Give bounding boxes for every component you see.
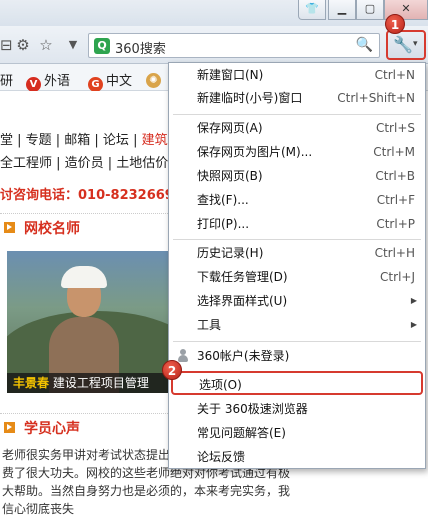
chevron-down-icon: ▾ bbox=[413, 39, 418, 49]
hotline-text: 讨咨询电话：010-8232669 bbox=[0, 188, 174, 203]
bookmark-label: 中文 bbox=[106, 74, 133, 89]
arrow-box-icon bbox=[4, 222, 15, 233]
menu-item-downloads[interactable]: 下载任务管理(D) Ctrl+J bbox=[169, 265, 425, 289]
menu-item-label: 新建窗口(N) bbox=[197, 68, 264, 82]
title-bar: 👕 ▁ ▢ ✕ bbox=[0, 0, 428, 26]
search-icon[interactable]: 🔍 bbox=[356, 37, 373, 53]
menu-item-shortcut: Ctrl+P bbox=[376, 217, 415, 231]
section-title: 网校名师 bbox=[24, 221, 80, 237]
bookmark-label: 研 bbox=[0, 74, 14, 89]
menu-item-snapshot[interactable]: 快照网页(B) Ctrl+B bbox=[169, 164, 425, 188]
360-search-logo-icon: Q bbox=[94, 38, 110, 54]
menu-item-label: 360帐户(未登录) bbox=[197, 349, 290, 363]
settings-icon[interactable]: ⚙ bbox=[13, 35, 33, 55]
bookmark-label: 外语 bbox=[44, 74, 71, 89]
bookmark-item-foreign[interactable]: V 外语 bbox=[26, 70, 70, 92]
menu-item-save-page[interactable]: 保存网页(A) Ctrl+S bbox=[169, 116, 425, 140]
menu-item-label: 常见问题解答(E) bbox=[197, 426, 286, 440]
maximize-button[interactable]: ▢ bbox=[356, 0, 384, 20]
menu-separator bbox=[173, 239, 421, 240]
menu-item-label: 保存网页为图片(M)... bbox=[197, 145, 313, 159]
wrench-icon: 🔧 bbox=[393, 35, 413, 54]
menu-item-shortcut: Ctrl+S bbox=[375, 121, 415, 135]
minimize-button[interactable]: ▁ bbox=[328, 0, 356, 20]
menu-item-label: 查找(F)... bbox=[197, 193, 249, 207]
menu-item-label: 下载任务管理(D) bbox=[197, 270, 288, 284]
menu-item-shortcut: Ctrl+N bbox=[374, 68, 415, 82]
close-icon: ✕ bbox=[401, 2, 411, 15]
v-logo-icon: V bbox=[26, 77, 41, 92]
bookmark-item-4[interactable]: ✺ bbox=[146, 70, 164, 88]
step-badge-1: 1 bbox=[385, 14, 405, 34]
search-engine-label: 360搜索 bbox=[115, 42, 166, 57]
submenu-arrow-icon: ▶ bbox=[410, 296, 417, 305]
menu-item-shortcut: Ctrl+M bbox=[373, 145, 415, 159]
menu-item-about[interactable]: 关于 360极速浏览器 bbox=[169, 397, 425, 421]
site-nav-line-2[interactable]: 全工程师 | 造价员 | 土地估价师 bbox=[0, 152, 181, 171]
bookmark-item-chinese[interactable]: G 中文 bbox=[88, 70, 132, 92]
search-box[interactable]: Q 360搜索 🔍 bbox=[88, 33, 380, 58]
menu-item-tools[interactable]: 工具 ▶ bbox=[169, 313, 425, 337]
menu-item-shortcut: Ctrl+H bbox=[374, 246, 415, 260]
menu-item-faq[interactable]: 常见问题解答(E) bbox=[169, 421, 425, 445]
arrow-box-icon bbox=[4, 422, 15, 433]
menu-item-new-window[interactable]: 新建窗口(N) Ctrl+N bbox=[169, 63, 425, 87]
menu-item-shortcut: Ctrl+F bbox=[376, 193, 415, 207]
menu-item-history[interactable]: 历史记录(H) Ctrl+H bbox=[169, 241, 425, 265]
teacher-course: 建设工程项目管理 bbox=[52, 376, 149, 390]
menu-item-shortcut: Ctrl+Shift+N bbox=[337, 91, 415, 105]
tools-dropdown-menu: 新建窗口(N) Ctrl+N 新建临时(小号)窗口 Ctrl+Shift+N 保存网… bbox=[168, 62, 426, 469]
sun-logo-icon: ✺ bbox=[146, 73, 161, 88]
toolbar: ⊟ ⚙ ☆ ▼ Q 360搜索 🔍 🔧 ▾ bbox=[0, 26, 428, 64]
menu-item-label: 历史记录(H) bbox=[197, 246, 264, 260]
step-badge-2: 2 bbox=[162, 360, 182, 380]
menu-item-options[interactable]: 选项(O) bbox=[171, 371, 423, 395]
submenu-arrow-icon: ▶ bbox=[410, 320, 417, 329]
menu-item-forum-feedback[interactable]: 论坛反馈 bbox=[169, 445, 425, 469]
account-icon bbox=[177, 349, 189, 363]
menu-item-label: 快照网页(B) bbox=[197, 169, 263, 183]
menu-item-print[interactable]: 打印(P)... Ctrl+P bbox=[169, 212, 425, 236]
menu-item-label: 保存网页(A) bbox=[197, 121, 263, 135]
menu-item-save-as-image[interactable]: 保存网页为图片(M)... Ctrl+M bbox=[169, 140, 425, 164]
menu-item-account[interactable]: 360帐户(未登录) bbox=[169, 344, 425, 368]
menu-item-shortcut: Ctrl+B bbox=[375, 169, 415, 183]
menu-item-label: 新建临时(小号)窗口 bbox=[197, 91, 303, 105]
menu-item-choose-skin[interactable]: 选择界面样式(U) ▶ bbox=[169, 289, 425, 313]
menu-item-shortcut: Ctrl+J bbox=[380, 270, 415, 284]
star-icon[interactable]: ☆ bbox=[36, 35, 56, 55]
menu-item-label: 工具 bbox=[197, 318, 222, 332]
menu-separator bbox=[173, 114, 421, 115]
minimize-icon: ▁ bbox=[337, 2, 347, 15]
bookmark-icon[interactable]: ⊟ bbox=[0, 35, 13, 55]
menu-item-label: 选择界面样式(U) bbox=[197, 294, 288, 308]
shirt-icon: 👕 bbox=[305, 2, 319, 15]
site-nav-line-1[interactable]: 堂 | 专题 | 邮箱 | 论坛 | 建筑书 bbox=[0, 129, 181, 148]
menu-item-find[interactable]: 查找(F)... Ctrl+F bbox=[169, 188, 425, 212]
account-icon-body bbox=[178, 355, 188, 362]
menu-separator bbox=[173, 341, 421, 342]
g-logo-icon: G bbox=[88, 77, 103, 92]
teacher-photo[interactable] bbox=[7, 251, 177, 393]
tools-menu-button[interactable]: 🔧 ▾ bbox=[386, 30, 426, 60]
menu-item-label: 论坛反馈 bbox=[197, 450, 246, 464]
dropdown-arrow-icon[interactable]: ▼ bbox=[63, 35, 83, 55]
section-title: 学员心声 bbox=[24, 421, 80, 437]
bookmark-item-1[interactable]: 研 bbox=[0, 70, 13, 89]
menu-item-label: 选项(O) bbox=[199, 378, 242, 392]
teacher-name: 丰景春 bbox=[13, 376, 50, 390]
menu-item-new-incognito-window[interactable]: 新建临时(小号)窗口 Ctrl+Shift+N bbox=[169, 86, 425, 110]
site-nav-links[interactable]: 堂 | 专题 | 邮箱 | 论坛 | bbox=[0, 133, 142, 148]
maximize-icon: ▢ bbox=[364, 2, 376, 15]
skin-button[interactable]: 👕 bbox=[298, 0, 326, 20]
menu-item-label: 打印(P)... bbox=[197, 217, 250, 231]
menu-item-label: 关于 360极速浏览器 bbox=[197, 402, 308, 416]
hardhat-icon bbox=[61, 266, 107, 288]
